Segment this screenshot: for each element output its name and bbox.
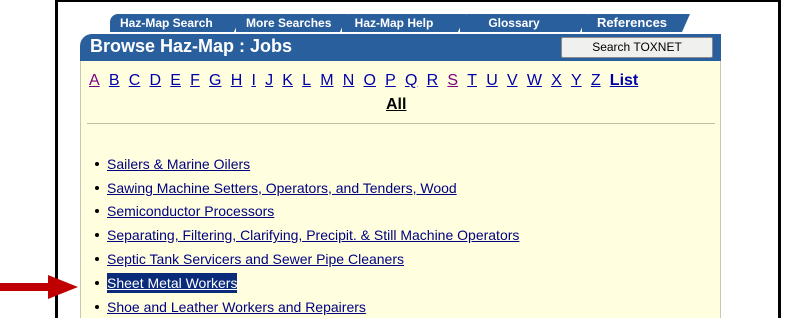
letter-link-r[interactable]: R — [427, 72, 439, 90]
list-item: Shoe and Leather Workers and Repairers — [91, 295, 519, 319]
divider — [87, 123, 715, 124]
letter-link-v[interactable]: V — [507, 72, 518, 90]
letter-link-n[interactable]: N — [343, 72, 355, 90]
job-link[interactable]: Sawing Machine Setters, Operators, and T… — [107, 178, 457, 198]
bullet-icon — [95, 304, 99, 309]
job-link[interactable]: Septic Tank Servicers and Sewer Pipe Cle… — [107, 249, 404, 269]
list-item: Septic Tank Servicers and Sewer Pipe Cle… — [91, 247, 519, 271]
letter-link-p[interactable]: P — [385, 72, 396, 90]
pointer-arrow-icon — [0, 275, 78, 299]
list-item: Sawing Machine Setters, Operators, and T… — [91, 176, 519, 200]
letter-link-t[interactable]: T — [467, 72, 477, 90]
letter-link-l[interactable]: L — [302, 72, 311, 90]
all-link[interactable]: All — [386, 96, 406, 114]
search-toxnet-button[interactable]: Search TOXNET — [561, 37, 713, 58]
list-item: Sailers & Marine Oilers — [91, 152, 519, 176]
letter-link-o[interactable]: O — [363, 72, 375, 90]
letter-link-z[interactable]: Z — [591, 72, 601, 90]
page-title: Browse Haz-Map : Jobs — [90, 36, 293, 56]
list-item: Semiconductor Processors — [91, 200, 519, 224]
job-list: Sailers & Marine Oilers Sawing Machine Se… — [91, 152, 519, 319]
tab-haz-map-help[interactable]: Haz-Map Help — [342, 14, 466, 32]
list-item: Separating, Filtering, Clarifying, Preci… — [91, 223, 519, 247]
letter-link-e[interactable]: E — [170, 72, 181, 90]
bullet-icon — [95, 257, 99, 262]
letter-link-f[interactable]: F — [190, 72, 200, 90]
letter-link-b[interactable]: B — [109, 72, 120, 90]
letter-link-m[interactable]: M — [320, 72, 333, 90]
letter-link-k[interactable]: K — [282, 72, 293, 90]
letter-link-u[interactable]: U — [486, 72, 498, 90]
tab-haz-map-search[interactable]: Haz-Map Search — [110, 14, 242, 32]
letter-link-s[interactable]: S — [447, 72, 458, 90]
letter-link-a[interactable]: A — [89, 72, 100, 90]
letter-link-w[interactable]: W — [527, 72, 542, 90]
title-bar: Browse Haz-Map : Jobs Search TOXNET — [80, 34, 721, 61]
job-link[interactable]: Separating, Filtering, Clarifying, Preci… — [107, 225, 519, 245]
bullet-icon — [95, 161, 99, 166]
tab-bar: Haz-Map Search More Searches Haz-Map Hel… — [110, 14, 690, 32]
letter-link-j[interactable]: J — [265, 72, 273, 90]
tab-glossary[interactable]: Glossary — [460, 14, 588, 32]
content-panel: A B C D E F G H I J K L M N O P Q R S T U V W X Y Z List All Saile… — [80, 61, 721, 318]
letter-link-c[interactable]: C — [129, 72, 141, 90]
job-link[interactable]: Shoe and Leather Workers and Repairers — [107, 297, 366, 317]
bullet-icon — [95, 233, 99, 238]
letter-link-q[interactable]: Q — [405, 72, 417, 90]
letter-link-d[interactable]: D — [149, 72, 161, 90]
job-link[interactable]: Sailers & Marine Oilers — [107, 154, 250, 174]
letter-link-i[interactable]: I — [251, 72, 255, 90]
list-link[interactable]: List — [610, 72, 638, 90]
bullet-icon — [95, 185, 99, 190]
tab-more-searches[interactable]: More Searches — [236, 14, 348, 32]
letter-link-x[interactable]: X — [551, 72, 562, 90]
job-link[interactable]: Sheet Metal Workers — [107, 272, 238, 293]
job-link[interactable]: Semiconductor Processors — [107, 201, 274, 221]
tab-references[interactable]: References — [582, 14, 690, 32]
alphabet-nav: A B C D E F G H I J K L M N O P Q R S T U V W X Y Z List — [89, 72, 715, 90]
list-item: Sheet Metal Workers — [91, 271, 519, 295]
bullet-icon — [95, 280, 99, 285]
bullet-icon — [95, 209, 99, 214]
letter-link-h[interactable]: H — [231, 72, 243, 90]
letter-link-g[interactable]: G — [209, 72, 221, 90]
letter-link-y[interactable]: Y — [571, 72, 582, 90]
